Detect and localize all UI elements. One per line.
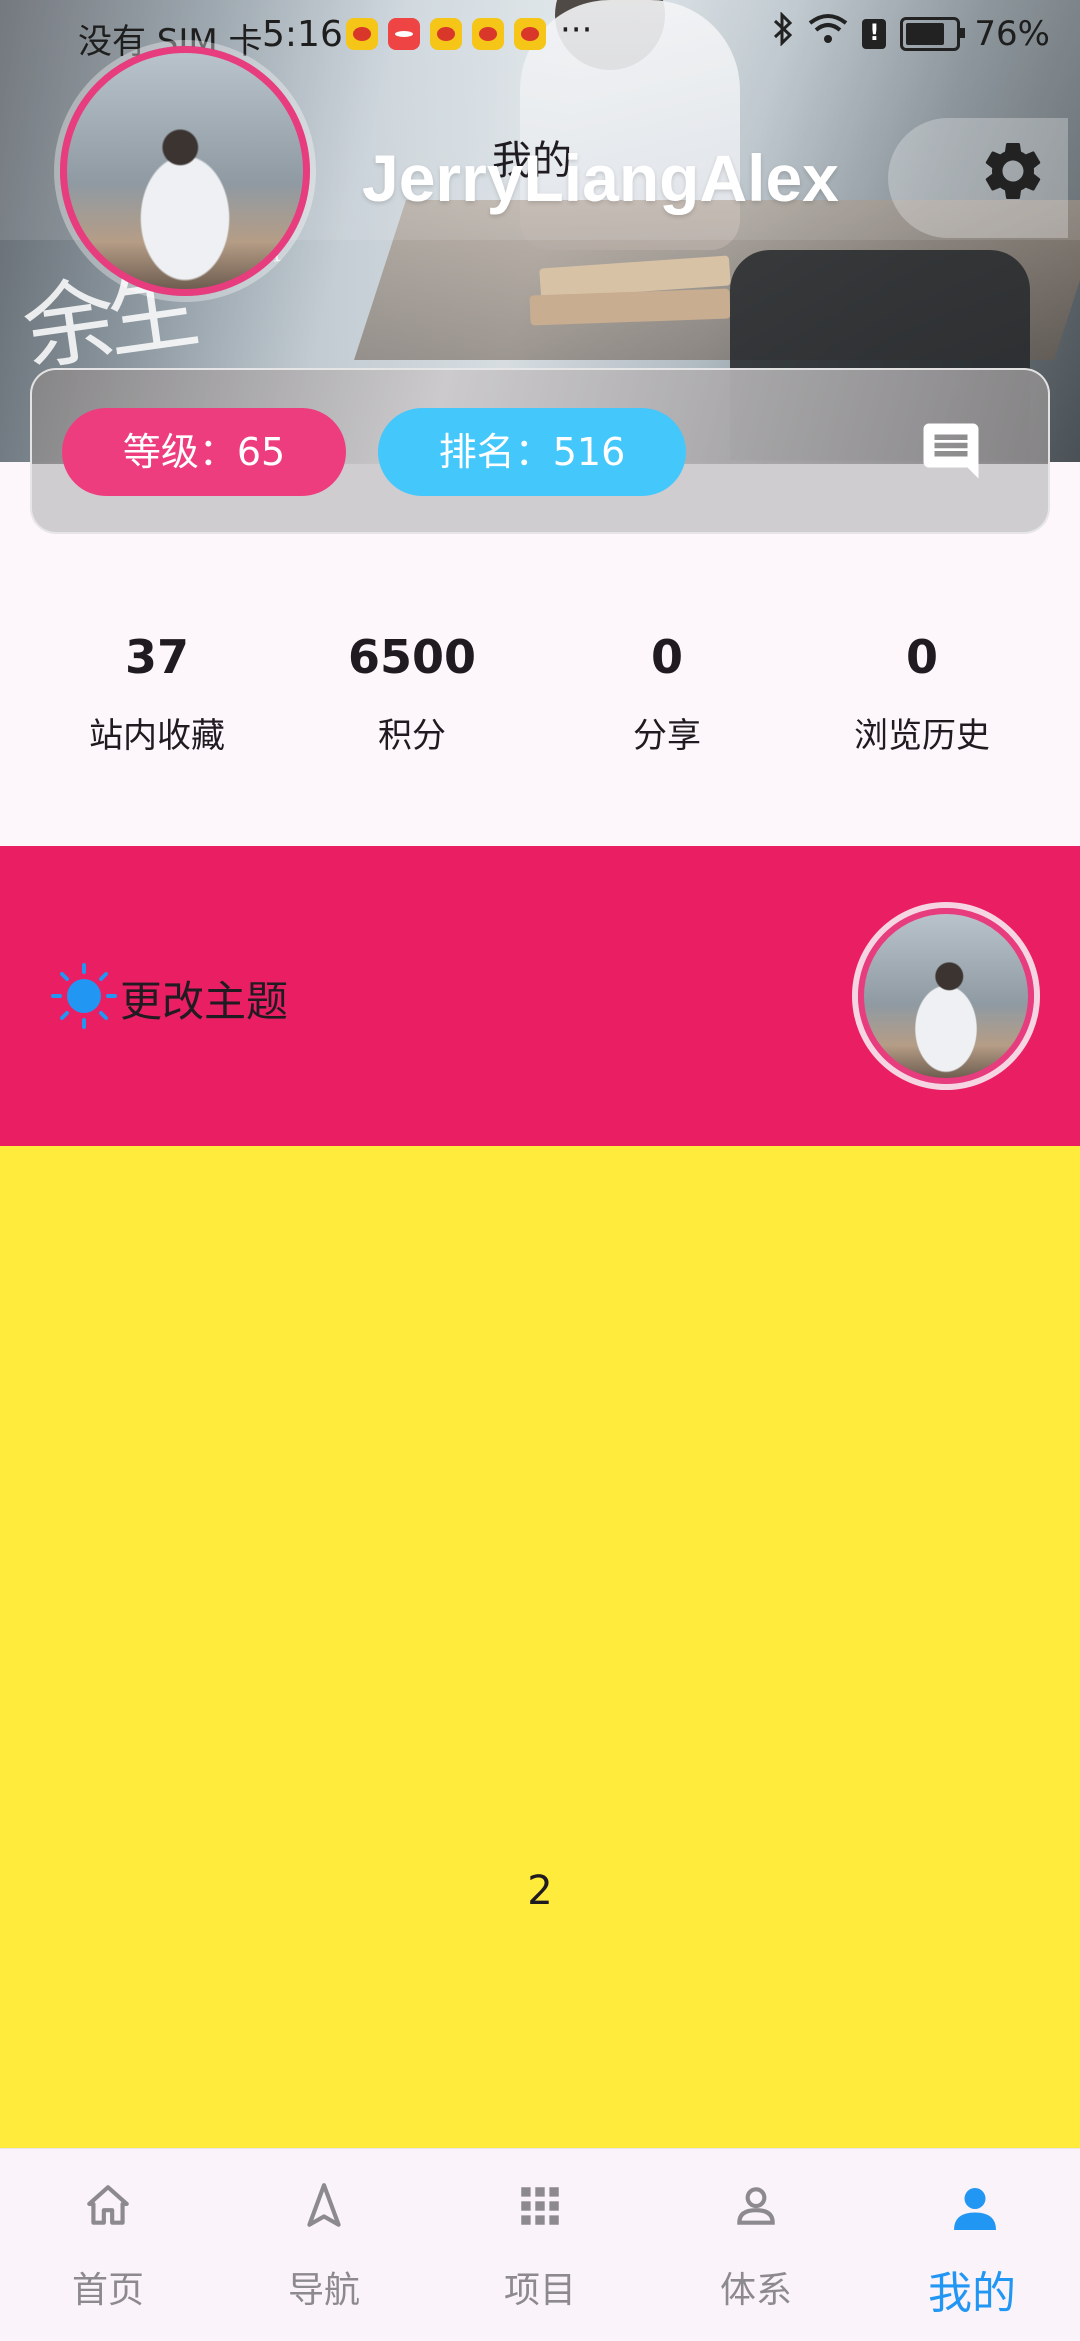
change-theme-row[interactable]: 更改主题 (0, 846, 1080, 1146)
nav-item-projects[interactable]: 项目 (432, 2149, 648, 2341)
stat-history[interactable]: 0 浏览历史 (787, 600, 1057, 757)
nav-label: 体系 (719, 2270, 792, 2311)
stat-favorites[interactable]: 37 站内收藏 (22, 600, 292, 757)
nav-item-system[interactable]: 体系 (648, 2149, 864, 2341)
bluetooth-icon (772, 11, 794, 55)
more-notifications-icon: ··· (560, 10, 593, 50)
nav-item-home[interactable]: 首页 (0, 2149, 216, 2341)
nav-label: 我的 (928, 2268, 1016, 2319)
rank-badge[interactable]: 排名：516 (378, 408, 686, 496)
system-icons: ! 76% (772, 11, 1050, 55)
settings-button[interactable] (888, 118, 1068, 238)
weibo-icon (472, 18, 504, 50)
stat-shares[interactable]: 0 分享 (532, 600, 802, 757)
stat-value: 0 (650, 630, 683, 684)
nav-label: 项目 (503, 2270, 576, 2311)
stat-value: 37 (124, 630, 189, 684)
stat-label: 站内收藏 (89, 716, 225, 756)
battery-icon (900, 16, 966, 51)
user-stats: 37 站内收藏 6500 积分 0 分享 0 浏览历史 (0, 600, 1080, 800)
bottom-navigation: 首页 导航 项目 体系 我的 (0, 2148, 1080, 2341)
person-filled-icon (954, 2188, 996, 2230)
stat-label: 积分 (378, 716, 446, 756)
navigation-icon (307, 2183, 341, 2227)
clock: 5:16 (262, 14, 343, 55)
sun-icon (50, 962, 118, 1034)
message-icon[interactable] (918, 418, 984, 488)
nav-label: 导航 (287, 2270, 360, 2311)
stat-points[interactable]: 6500 积分 (277, 600, 547, 757)
notification-icons (346, 18, 546, 50)
nav-item-mine[interactable]: 我的 (864, 2149, 1080, 2341)
stat-label: 分享 (633, 716, 701, 756)
person-outline-icon (737, 2187, 775, 2225)
apps-grid-icon (521, 2187, 559, 2225)
huawei-store-icon (388, 18, 420, 50)
weibo-icon (430, 18, 462, 50)
level-badge[interactable]: 等级：65 (62, 408, 346, 496)
home-icon (87, 2185, 129, 2225)
weibo-icon (514, 18, 546, 50)
weibo-icon (346, 18, 378, 50)
stat-label: 浏览历史 (854, 716, 990, 756)
change-theme-label: 更改主题 (120, 977, 289, 1026)
nav-item-navigation[interactable]: 导航 (216, 2149, 432, 2341)
theme-avatar[interactable] (858, 908, 1034, 1084)
stat-value: 6500 (347, 630, 477, 684)
wifi-icon (808, 13, 848, 54)
username: JerryLiangAlex (362, 141, 839, 215)
nav-label: 首页 (71, 2270, 144, 2311)
battery-percent: 76% (974, 13, 1050, 54)
gear-icon (985, 143, 1041, 199)
user-info-card: 等级：65 排名：516 (30, 368, 1050, 534)
page-number: 2 (527, 1868, 553, 1914)
user-avatar[interactable] (60, 46, 310, 296)
stat-value: 0 (905, 630, 938, 684)
content-area: 2 (0, 1146, 1080, 2148)
alert-icon: ! (862, 18, 887, 49)
